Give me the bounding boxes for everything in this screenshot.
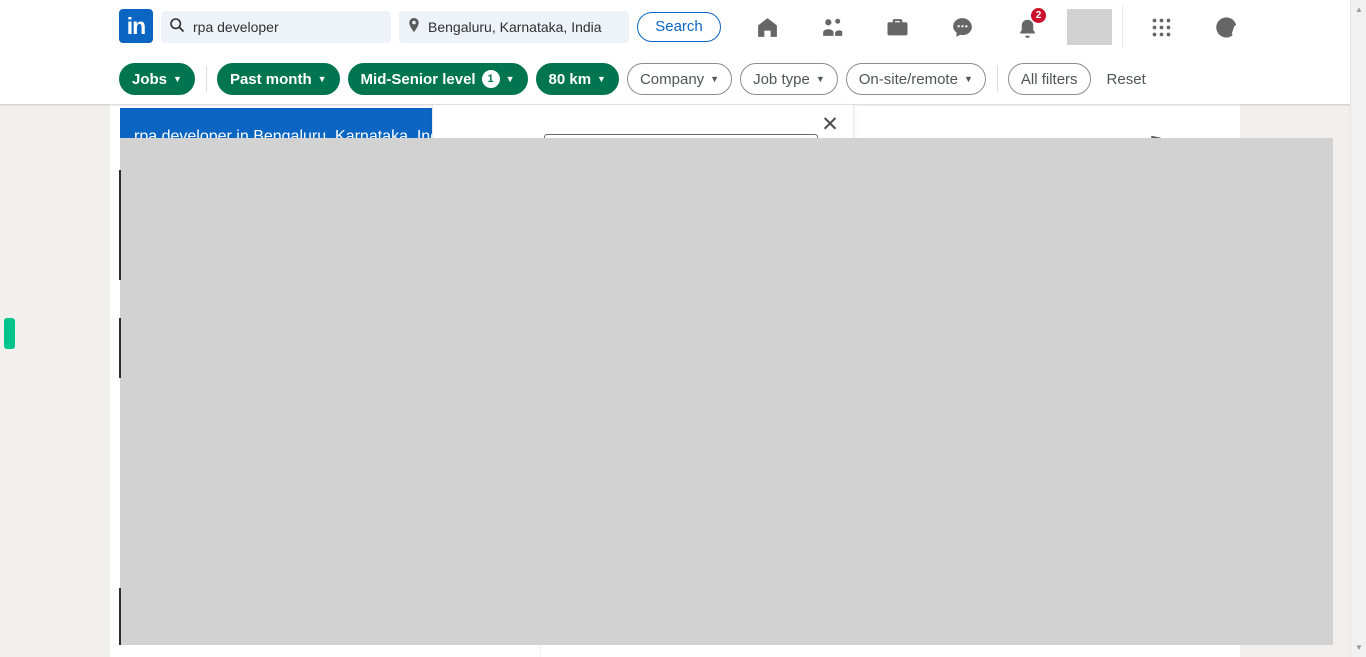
chevron-down-icon: ▼ (710, 73, 720, 84)
filter-separator (996, 66, 998, 92)
filter-pill-label: Job type (753, 70, 810, 88)
scrollbar-position-marker[interactable] (4, 318, 15, 349)
filter-pill-jobs[interactable]: Jobs ▼ (119, 63, 195, 95)
home-icon[interactable] (735, 6, 800, 48)
location-input[interactable]: Bengaluru, Karnataka, India (399, 11, 629, 43)
my-network-icon[interactable] (800, 6, 865, 48)
search-icon (169, 17, 185, 38)
global-header: in rpa developer Bengaluru, Karnataka, I… (0, 0, 1352, 104)
browser-scrollbar[interactable]: ▲ ▼ (1350, 0, 1366, 657)
reset-filters-link[interactable]: Reset (1107, 71, 1146, 88)
messaging-icon[interactable] (930, 6, 995, 48)
chevron-down-icon: ▼ (317, 73, 327, 84)
overlay-edge-line (119, 588, 121, 645)
linkedin-logo[interactable]: in (119, 9, 153, 43)
location-input-value: Bengaluru, Karnataka, India (428, 19, 602, 35)
global-nav-row: in rpa developer Bengaluru, Karnataka, I… (0, 0, 1352, 53)
scroll-up-arrow-icon[interactable]: ▲ (1351, 1, 1366, 18)
overlay-edge-line (119, 170, 121, 280)
nav-icon-group: 2 (735, 6, 1259, 48)
all-filters-button[interactable]: All filters (1007, 63, 1091, 95)
screen-occlusion-overlay (120, 138, 1333, 645)
filter-pill-label: All filters (1020, 70, 1078, 88)
apps-grid-icon[interactable] (1129, 6, 1194, 48)
jobs-briefcase-icon[interactable] (865, 6, 930, 48)
linkedin-jobs-page: in rpa developer Bengaluru, Karnataka, I… (0, 0, 1366, 657)
filter-pill-label: Company (639, 70, 705, 88)
search-input[interactable]: rpa developer (161, 11, 391, 43)
filter-pill-onsite-remote[interactable]: On-site/remote ▼ (845, 63, 986, 95)
overlay-edge-line (119, 318, 121, 378)
close-icon[interactable]: ✕ (817, 111, 843, 137)
chevron-down-icon: ▼ (505, 73, 515, 84)
scroll-down-arrow-icon[interactable]: ▼ (1351, 639, 1366, 656)
notifications-badge: 2 (1031, 8, 1046, 23)
filter-separator (205, 66, 207, 92)
filter-pill-job-type[interactable]: Job type ▼ (740, 63, 838, 95)
filter-pill-label: Mid-Senior level (360, 70, 476, 88)
filter-pill-label: On-site/remote (858, 70, 958, 88)
chevron-down-icon: ▼ (963, 73, 973, 84)
nav-divider (1122, 6, 1123, 48)
chevron-down-icon: ▼ (815, 73, 825, 84)
advertise-target-icon[interactable] (1194, 6, 1259, 48)
search-button[interactable]: Search (637, 12, 721, 42)
notifications-bell-icon[interactable]: 2 (995, 6, 1060, 48)
filter-pill-company[interactable]: Company ▼ (626, 63, 733, 95)
filter-bar: Jobs ▼ Past month ▼ Mid-Senior level 1 ▼… (0, 54, 1352, 104)
search-input-value: rpa developer (193, 19, 279, 35)
filter-pill-count: 1 (481, 70, 500, 88)
filter-pill-label: Past month (229, 70, 312, 88)
avatar[interactable] (1067, 9, 1112, 45)
filter-pill-distance[interactable]: 80 km ▼ (535, 63, 619, 95)
filter-pill-label: 80 km (548, 70, 592, 88)
chevron-down-icon: ▼ (173, 73, 182, 84)
header-right-filler (1336, 0, 1350, 104)
filter-pill-date-posted[interactable]: Past month ▼ (216, 63, 340, 95)
filter-pill-label: Jobs (132, 70, 168, 88)
chevron-down-icon: ▼ (597, 73, 606, 84)
location-pin-icon (407, 17, 421, 38)
filter-pill-experience-level[interactable]: Mid-Senior level 1 ▼ (347, 63, 528, 95)
